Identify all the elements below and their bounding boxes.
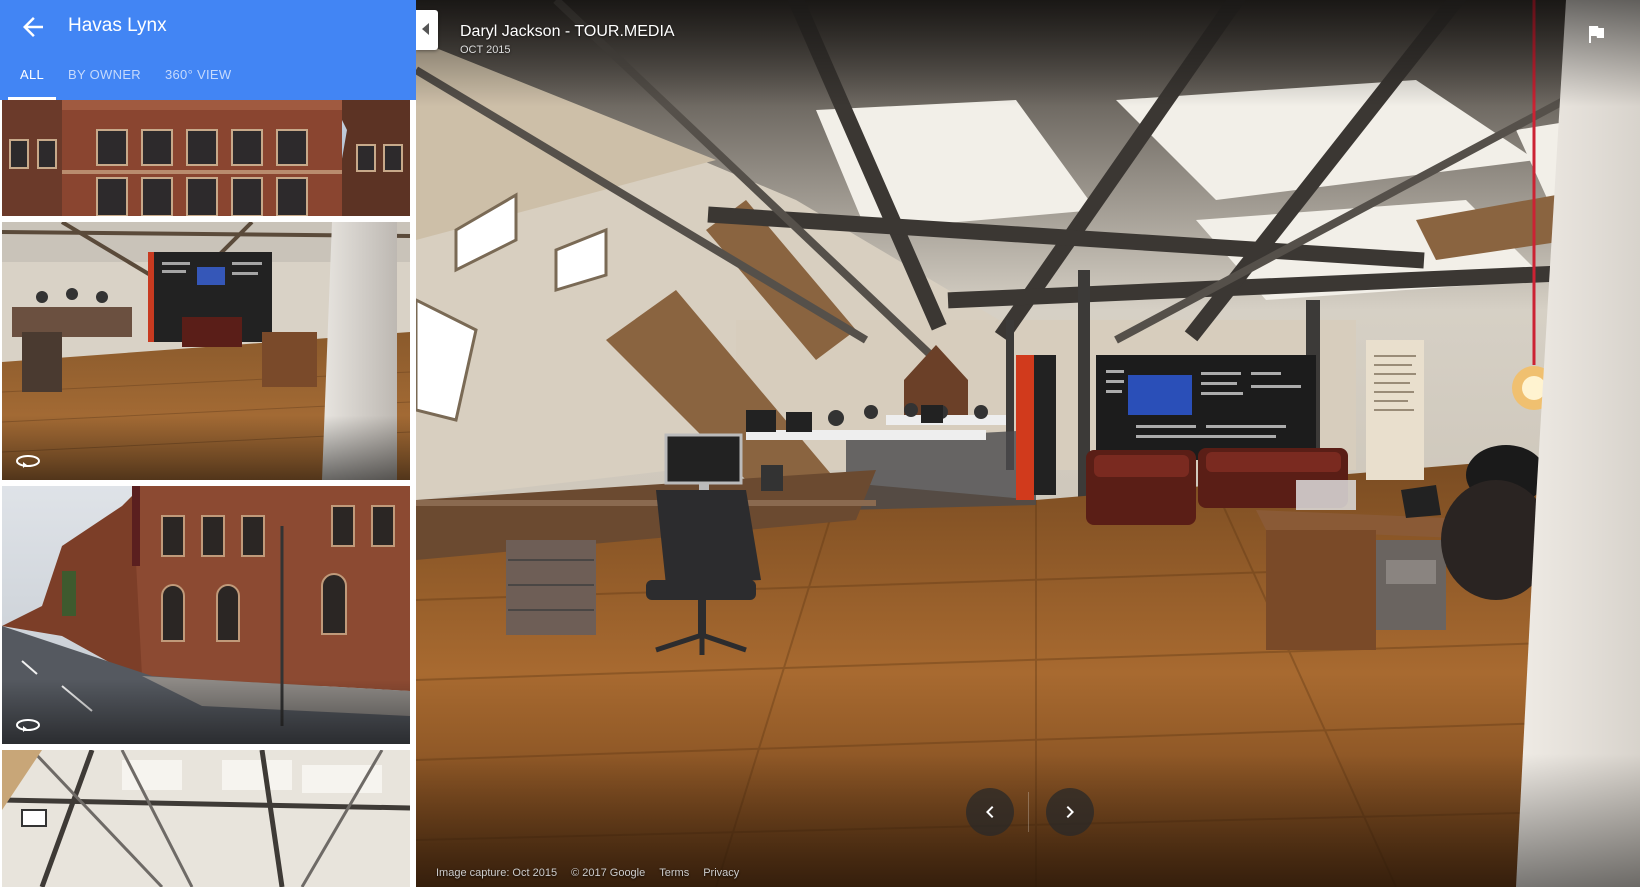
chevron-left-icon [422,23,429,35]
office-interior-image [2,222,410,480]
office-ceiling-image [2,750,410,887]
viewer-footer: Image capture: Oct 2015 © 2017 Google Te… [436,867,739,879]
panorama-viewer[interactable]: Daryl Jackson - TOUR.MEDIA OCT 2015 Imag… [416,0,1640,887]
photo-thumbnail-office-interior[interactable] [2,222,410,480]
back-button[interactable] [18,12,48,42]
tab-all[interactable]: ALL [8,62,57,100]
panorama-360-icon [16,719,40,732]
photo-author[interactable]: Daryl Jackson - TOUR.MEDIA [460,22,675,42]
photo-date: OCT 2015 [460,44,511,56]
flag-icon [1589,26,1604,43]
nav-divider [1028,792,1029,832]
facade-image [2,100,410,216]
report-problem-button[interactable] [1584,22,1608,46]
street-corner-image [2,486,410,744]
image-capture-date: Image capture: Oct 2015 [436,867,558,879]
collapse-panel-button[interactable] [416,10,438,50]
terms-link[interactable]: Terms [659,867,689,879]
previous-photo-button[interactable] [966,788,1014,836]
tab-360-view[interactable]: 360° VIEW [153,62,243,100]
photo-panel: Havas Lynx ALL BY OWNER 360° VIEW [0,0,416,887]
photo-thumbnail-street-corner[interactable] [2,486,410,744]
copyright-text: © 2017 Google [571,867,646,879]
panel-header: Havas Lynx ALL BY OWNER 360° VIEW [0,0,416,100]
tab-by-owner[interactable]: BY OWNER [56,62,153,100]
place-title: Havas Lynx [68,15,167,36]
chevron-right-icon [1066,806,1074,818]
privacy-link[interactable]: Privacy [703,867,739,879]
office-panorama-image [416,0,1640,887]
photo-tabs: ALL BY OWNER 360° VIEW [0,62,243,100]
photo-thumbnail-building-facade[interactable] [2,100,410,216]
photo-thumbnail-office-ceiling[interactable] [2,750,410,887]
thumbnail-list [0,100,416,887]
panorama-360-icon [16,455,40,468]
maps-photo-viewer: Havas Lynx ALL BY OWNER 360° VIEW Daryl … [0,0,1640,887]
arrow-left-icon [23,17,43,37]
chevron-left-icon [986,806,994,818]
next-photo-button[interactable] [1046,788,1094,836]
